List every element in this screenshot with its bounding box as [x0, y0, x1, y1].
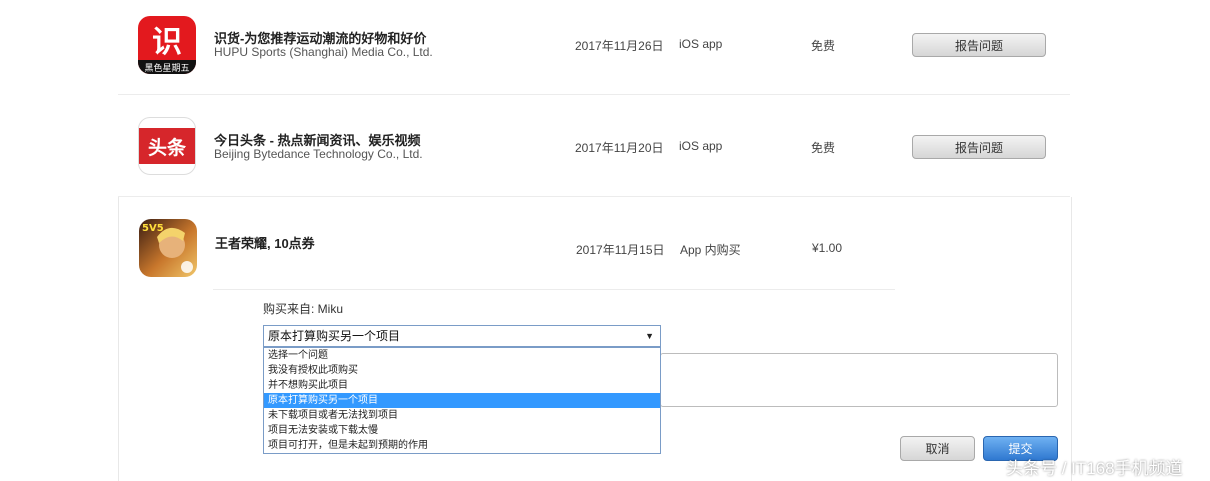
problem-description-textarea[interactable] — [660, 353, 1058, 407]
purchase-price: ¥1.00 — [812, 241, 843, 255]
reason-option[interactable]: 我没有授权此项购买 — [264, 363, 660, 378]
report-problem-button[interactable]: 报告问题 — [912, 33, 1046, 57]
reason-option[interactable]: 未下载项目或者无法找到项目 — [264, 408, 660, 423]
cancel-button[interactable]: 取消 — [900, 436, 975, 461]
reason-option[interactable]: 并不想购买此项目 — [264, 378, 660, 393]
reason-select[interactable]: 原本打算购买另一个项目 ▼ — [263, 325, 661, 347]
purchase-row: 头条 今日头条 - 热点新闻资讯、娱乐视频 Beijing Bytedance … — [118, 95, 1070, 197]
purchase-type: App 内购买 — [680, 243, 741, 257]
svg-text:黑色星期五: 黑色星期五 — [144, 62, 189, 74]
purchase-row: 识 黑色星期五 识货-为您推荐运动潮流的好物和好价 HUPU Sports (S… — [118, 0, 1070, 95]
report-problem-button[interactable]: 报告问题 — [912, 135, 1046, 159]
purchase-date: 2017年11月20日 — [575, 141, 664, 155]
reason-select-value: 原本打算购买另一个项目 — [268, 329, 401, 343]
purchase-date: 2017年11月26日 — [575, 39, 664, 53]
honor-of-kings-app-icon: 5V5 — [139, 219, 197, 277]
purchase-date: 2017年11月15日 — [576, 243, 665, 257]
svg-text:头条: 头条 — [148, 136, 187, 159]
reason-option[interactable]: 选择一个问题 — [264, 348, 660, 363]
reason-option-highlighted[interactable]: 原本打算购买另一个项目 — [264, 393, 660, 408]
reason-option[interactable]: 项目无法安装或下载太慢 — [264, 423, 660, 438]
dropdown-arrow-icon: ▼ — [645, 331, 654, 341]
shihuo-app-icon: 识 黑色星期五 — [138, 16, 196, 74]
purchase-type: iOS app — [679, 37, 723, 51]
app-developer: Beijing Bytedance Technology Co., Ltd. — [214, 147, 423, 161]
purchase-type: iOS app — [679, 139, 723, 153]
watermark: 头条号 / IT168手机频道 — [1006, 459, 1183, 478]
purchase-price: 免费 — [811, 39, 836, 53]
app-developer: HUPU Sports (Shanghai) Media Co., Ltd. — [214, 45, 433, 59]
toutiao-app-icon: 头条 — [138, 117, 196, 175]
divider — [213, 289, 895, 290]
purchased-from-label: 购买来自: Miku — [263, 302, 344, 316]
app-title: 王者荣耀, 10点券 — [215, 236, 315, 251]
purchase-price: 免费 — [811, 141, 836, 155]
reason-options-list: 选择一个问题 我没有授权此项购买 并不想购买此项目 原本打算购买另一个项目 未下… — [263, 347, 661, 454]
svg-text:5V5: 5V5 — [142, 223, 164, 234]
reason-option[interactable]: 项目可打开，但是未起到预期的作用 — [264, 438, 660, 453]
svg-text:识: 识 — [152, 25, 182, 60]
